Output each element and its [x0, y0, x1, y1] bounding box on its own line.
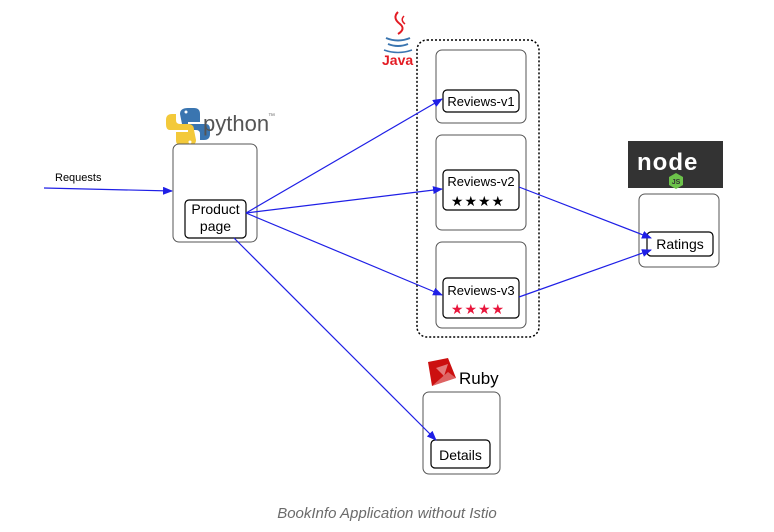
reviews-v3-stars: ★★★★	[451, 302, 505, 318]
bookinfo-diagram: python ™ Java node JS Ruby Requests Prod…	[43, 11, 723, 475]
ratings-service[interactable]: Ratings	[638, 193, 720, 268]
java-logo-icon	[383, 11, 413, 54]
python-tm-mark: ™	[268, 113, 275, 120]
arrow-productpage-to-details	[233, 237, 437, 441]
productpage-label-line1: Product	[191, 201, 239, 217]
arrow-productpage-to-reviews-v3	[245, 212, 443, 296]
ruby-logo-text: Ruby	[459, 369, 499, 388]
python-logo-text: python	[203, 111, 269, 136]
diagram-caption: BookInfo Application without Istio	[277, 505, 497, 522]
arrow-requests-to-productpage	[43, 186, 173, 195]
reviews-v1-service[interactable]: Reviews-v1	[435, 49, 527, 124]
productpage-service[interactable]: Product page	[172, 143, 258, 243]
reviews-v3-service[interactable]: Reviews-v3 ★★★★	[435, 241, 527, 329]
productpage-label-line2: page	[200, 218, 231, 234]
reviews-v3-label: Reviews-v3	[447, 283, 514, 298]
connection-arrows	[43, 98, 652, 441]
ratings-label: Ratings	[656, 236, 703, 252]
node-logo-badge: JS	[672, 179, 681, 186]
arrow-productpage-to-reviews-v2	[245, 186, 443, 214]
ruby-logo-icon	[428, 358, 456, 386]
details-service[interactable]: Details	[422, 391, 501, 475]
details-label: Details	[439, 447, 482, 463]
node-logo-icon: node JS	[628, 141, 723, 189]
reviews-v1-label: Reviews-v1	[447, 94, 514, 109]
requests-label: Requests	[55, 172, 102, 184]
reviews-v2-service[interactable]: Reviews-v2 ★★★★	[435, 134, 527, 231]
node-logo-text: node	[637, 149, 698, 176]
reviews-v2-stars: ★★★★	[451, 194, 505, 210]
reviews-v2-label: Reviews-v2	[447, 174, 514, 189]
arrow-productpage-to-reviews-v1	[245, 98, 443, 214]
java-logo-text: Java	[382, 52, 413, 68]
